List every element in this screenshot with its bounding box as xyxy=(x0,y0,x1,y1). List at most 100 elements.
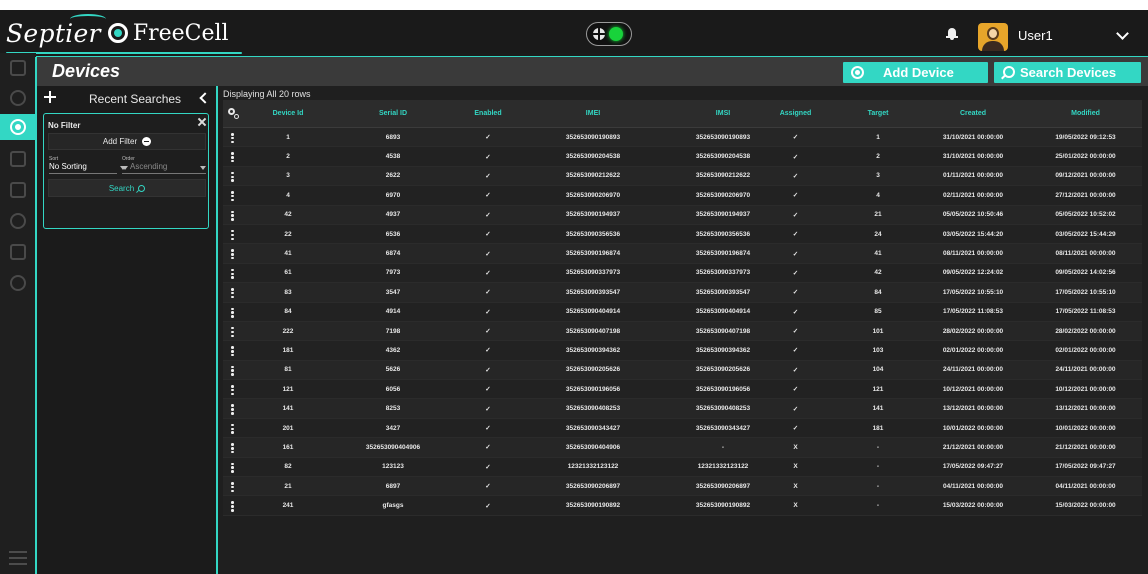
table-row[interactable]: 241 gfasgs ✓ 352653090190892 352653090190892… xyxy=(223,496,1142,516)
cell-assigned: ✓ xyxy=(792,289,799,297)
kebab-icon[interactable] xyxy=(231,152,234,163)
column-header-created[interactable]: Created xyxy=(913,100,1033,127)
kebab-icon[interactable] xyxy=(231,404,234,415)
table-row[interactable]: 1 6893 ✓ 352653090190893 352653090190893 ✓ 1 31… xyxy=(223,128,1142,148)
cell-modified: 10/01/2022 00:00:00 xyxy=(1055,424,1116,432)
table-row[interactable]: 22 6536 ✓ 352653090356536 352653090356536 ✓ 24… xyxy=(223,224,1142,245)
filter-search-button[interactable]: Search xyxy=(48,179,206,197)
nav-network[interactable] xyxy=(0,146,36,172)
cell-created: 02/01/2022 00:00:00 xyxy=(942,346,1004,354)
cell-serial-id: 6874 xyxy=(385,250,401,258)
column-header-serial-id[interactable]: Serial ID xyxy=(333,100,453,127)
cell-target: 21 xyxy=(874,211,882,219)
kebab-icon[interactable] xyxy=(231,171,234,182)
nav-search[interactable] xyxy=(0,177,36,203)
cell-imei: 352653090206970 xyxy=(565,191,621,199)
app-logo[interactable]: Septier FreeCell xyxy=(6,18,229,48)
table-row[interactable]: 81 5626 ✓ 352653090205626 352653090205626 ✓ 10… xyxy=(223,360,1142,381)
cell-serial-id: 6970 xyxy=(385,191,401,199)
table-row[interactable]: 4 6970 ✓ 352653090206970 352653090206970 ✓ 4 02… xyxy=(223,186,1142,206)
table-row[interactable]: 41 6874 ✓ 352653090196874 352653090196874 ✓ 41… xyxy=(223,244,1142,264)
kebab-icon[interactable] xyxy=(231,346,234,357)
table-row[interactable]: 2 4538 ✓ 352653090204538 352653090204538 ✓ 2 31… xyxy=(223,147,1142,167)
table-row[interactable]: 84 4914 ✓ 352653090404914 352653090404914 ✓ 85… xyxy=(223,302,1142,322)
hamburger-menu-icon[interactable] xyxy=(9,551,27,569)
add-device-button[interactable]: Add Device xyxy=(843,62,988,83)
cell-device-id: 1 xyxy=(286,133,290,141)
kebab-icon[interactable] xyxy=(231,385,234,396)
column-header-target[interactable]: Target xyxy=(838,100,918,127)
connection-status-toggle[interactable] xyxy=(586,22,632,46)
username[interactable]: User1 xyxy=(1018,28,1053,43)
kebab-icon[interactable] xyxy=(231,423,234,434)
table-row[interactable]: 201 3427 ✓ 352653090343427 352653090343427 ✓ 1… xyxy=(223,418,1142,439)
cell-enabled: ✓ xyxy=(485,463,491,471)
cell-assigned: X xyxy=(793,463,798,471)
cell-assigned: ✓ xyxy=(792,250,799,258)
kebab-icon[interactable] xyxy=(231,268,234,279)
table-row[interactable]: 121 6056 ✓ 352653090196056 352653090196056 ✓ 1… xyxy=(223,380,1142,400)
analytics-icon xyxy=(10,213,26,229)
kebab-icon[interactable] xyxy=(231,462,234,473)
bell-icon[interactable] xyxy=(946,28,958,40)
kebab-icon[interactable] xyxy=(231,133,234,144)
cell-created: 13/12/2021 00:00:00 xyxy=(942,405,1004,413)
kebab-icon[interactable] xyxy=(231,191,234,202)
cell-modified: 25/01/2022 00:00:00 xyxy=(1055,153,1116,161)
plus-icon[interactable] xyxy=(44,91,56,103)
table-row[interactable]: 82 123123 ✓ 12321332123122 12321332123122 X -1… xyxy=(223,457,1142,478)
kebab-icon[interactable] xyxy=(231,288,234,299)
cell-device-id: 61 xyxy=(284,269,292,277)
status-online-indicator xyxy=(609,27,623,41)
table-row[interactable]: 161 352653090404906 ✓ 352653090404906- X -21/… xyxy=(223,438,1142,458)
search-devices-button[interactable]: Search Devices xyxy=(994,62,1141,83)
sort-select[interactable]: No Sorting xyxy=(49,162,126,174)
close-icon[interactable] xyxy=(198,118,206,126)
cell-modified: 09/12/2021 00:00:00 xyxy=(1055,172,1116,180)
nav-devices[interactable] xyxy=(0,114,36,140)
nav-targets[interactable] xyxy=(0,85,36,111)
nav-dashboard[interactable] xyxy=(0,55,36,81)
cell-created: 05/05/2022 10:50:46 xyxy=(942,211,1004,219)
cell-created: 10/12/2021 00:00:00 xyxy=(942,385,1004,393)
kebab-icon[interactable] xyxy=(231,210,234,221)
kebab-icon[interactable] xyxy=(231,229,234,241)
cell-serial-id: 4937 xyxy=(385,211,401,219)
table-row[interactable]: 222 7198 ✓ 352653090407198 352653090407198 ✓ 1… xyxy=(223,321,1142,342)
table-row[interactable]: 21 6897 ✓ 352653090206897 352653090206897 X -0… xyxy=(223,477,1142,497)
kebab-icon[interactable] xyxy=(231,501,234,512)
kebab-icon[interactable] xyxy=(231,249,234,260)
chevron-down-icon[interactable] xyxy=(1116,27,1129,40)
nav-analytics[interactable] xyxy=(0,208,36,234)
cell-imei: 352653090196056 xyxy=(565,385,621,393)
column-header-enabled[interactable]: Enabled xyxy=(453,100,523,127)
cell-serial-id: 2622 xyxy=(385,172,401,180)
kebab-icon[interactable] xyxy=(231,482,234,493)
column-header-device-id[interactable]: Device Id xyxy=(248,100,328,127)
table-row[interactable]: 181 4362 ✓ 352653090394362 352653090394362 ✓ 1… xyxy=(223,341,1142,361)
kebab-icon[interactable] xyxy=(231,326,234,337)
column-header-imei[interactable]: IMEI xyxy=(528,100,658,127)
table-row[interactable]: 42 4937 ✓ 352653090194937 352653090194937 ✓ 21… xyxy=(223,205,1142,225)
order-select[interactable]: Ascending xyxy=(122,162,206,174)
table-row[interactable]: 61 7973 ✓ 352653090337973 352653090337973 ✓ 42… xyxy=(223,263,1142,284)
nav-tools[interactable] xyxy=(0,239,36,265)
column-header-assigned[interactable]: Assigned xyxy=(758,100,833,127)
caret-down-icon xyxy=(200,166,206,170)
kebab-icon[interactable] xyxy=(231,307,234,318)
add-filter-button[interactable]: Add Filter xyxy=(48,133,206,150)
cell-imei: 12321332123122 xyxy=(567,463,619,471)
cell-imei: 352653090404914 xyxy=(565,308,621,316)
table-row[interactable]: 141 8253 ✓ 352653090408253 352653090408253 ✓ 1… xyxy=(223,399,1142,419)
nav-settings[interactable] xyxy=(0,270,36,296)
kebab-icon[interactable] xyxy=(231,365,234,376)
column-header-modified[interactable]: Modified xyxy=(1028,100,1143,127)
kebab-icon[interactable] xyxy=(231,443,234,454)
settings-icon[interactable] xyxy=(228,108,239,119)
avatar[interactable] xyxy=(978,23,1008,51)
table-row[interactable]: 3 2622 ✓ 352653090212622 352653090212622 ✓ 3 01… xyxy=(223,166,1142,187)
chevron-left-icon[interactable] xyxy=(199,92,211,104)
table-row[interactable]: 83 3547 ✓ 352653090393547 352653090393547 ✓ 84… xyxy=(223,283,1142,303)
cell-target: - xyxy=(876,463,880,471)
cell-target: 141 xyxy=(872,405,884,413)
